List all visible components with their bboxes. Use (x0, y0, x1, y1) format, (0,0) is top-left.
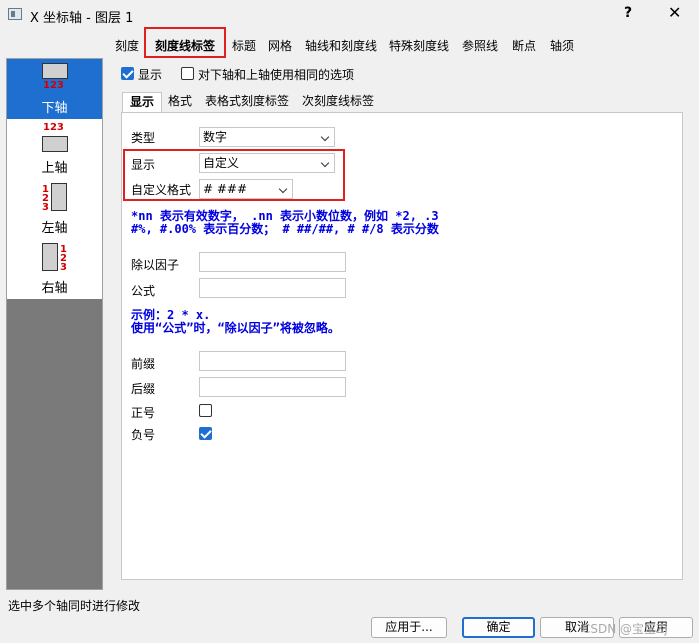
tab-rug[interactable]: 轴须 (546, 36, 578, 56)
bottom-axis-icon: 123 (42, 63, 68, 93)
divide-factor-label: 除以因子 (131, 258, 180, 272)
type-select-value: 数字 (203, 130, 228, 144)
left-axis-icon: 123 (42, 183, 68, 213)
right-axis-icon: 123 (42, 243, 68, 273)
same-options-checkbox[interactable] (181, 67, 194, 80)
axis-label: 上轴 (41, 161, 68, 176)
subtab-table-tick-labels[interactable]: 表格式刻度标签 (202, 92, 292, 111)
type-select[interactable]: 数字 (199, 127, 335, 147)
show-checkbox[interactable] (121, 67, 134, 80)
watermark-text: CSDN @宝宝Zj (582, 622, 668, 636)
minus-sign-label: 负号 (131, 428, 156, 442)
close-icon[interactable]: ✕ (668, 3, 681, 22)
subtab-minor-tick-labels[interactable]: 次刻度线标签 (298, 92, 378, 111)
axis-label: 右轴 (41, 281, 68, 296)
tab-axis-lines-ticks[interactable]: 轴线和刻度线 (302, 36, 380, 56)
formula-input[interactable] (199, 278, 346, 298)
tab-special-ticks[interactable]: 特殊刻度线 (386, 36, 452, 56)
status-text: 选中多个轴同时进行修改 (8, 599, 141, 613)
axis-label: 下轴 (41, 101, 68, 116)
axis-item-right[interactable]: 123 右轴 (7, 239, 102, 299)
window-title: X 坐标轴 - 图层 1 (30, 11, 134, 26)
app-window-icon (8, 8, 22, 20)
axis-label: 左轴 (41, 221, 68, 236)
axis-item-left[interactable]: 123 左轴 (7, 179, 102, 239)
axis-list: 123 下轴 123 上轴 123 左轴 123 右轴 (6, 58, 103, 590)
tab-grid[interactable]: 网格 (264, 36, 296, 56)
divide-factor-input[interactable] (199, 252, 346, 272)
prefix-input[interactable] (199, 351, 346, 371)
suffix-input[interactable] (199, 377, 346, 397)
active-tab-highlight (144, 27, 226, 58)
example-line2: 使用“公式”时，“除以因子”将被忽略。 (131, 321, 340, 335)
show-checkbox-label: 显示 (138, 68, 163, 82)
format-hint-line2: #%, #.00% 表示百分数； # ##/##, # #/8 表示分数 (131, 222, 439, 236)
subtab-display[interactable]: 显示 (122, 92, 162, 113)
tab-breaks[interactable]: 断点 (508, 36, 540, 56)
tab-title[interactable]: 标题 (228, 36, 260, 56)
top-axis-icon: 123 (42, 123, 68, 153)
prefix-label: 前缀 (131, 357, 156, 371)
type-label: 类型 (131, 131, 156, 145)
axis-item-bottom[interactable]: 123 下轴 (7, 59, 102, 119)
plus-sign-checkbox[interactable] (199, 404, 212, 417)
ok-button[interactable]: 确定 (462, 617, 535, 638)
formula-label: 公式 (131, 284, 156, 298)
display-settings-highlight (123, 149, 345, 201)
minus-sign-checkbox[interactable] (199, 427, 212, 440)
same-options-label: 对下轴和上轴使用相同的选项 (198, 68, 355, 82)
chevron-down-icon (320, 132, 330, 142)
suffix-label: 后缀 (131, 382, 156, 396)
tab-reference-lines[interactable]: 参照线 (458, 36, 502, 56)
axis-item-top[interactable]: 123 上轴 (7, 119, 102, 179)
title-bar: X 坐标轴 - 图层 1 ? ✕ (0, 0, 699, 30)
subtab-format[interactable]: 格式 (164, 92, 196, 111)
help-button[interactable]: ? (624, 5, 632, 21)
plus-sign-label: 正号 (131, 406, 156, 420)
tab-scale[interactable]: 刻度 (110, 36, 144, 56)
apply-to-button[interactable]: 应用于... (371, 617, 447, 638)
